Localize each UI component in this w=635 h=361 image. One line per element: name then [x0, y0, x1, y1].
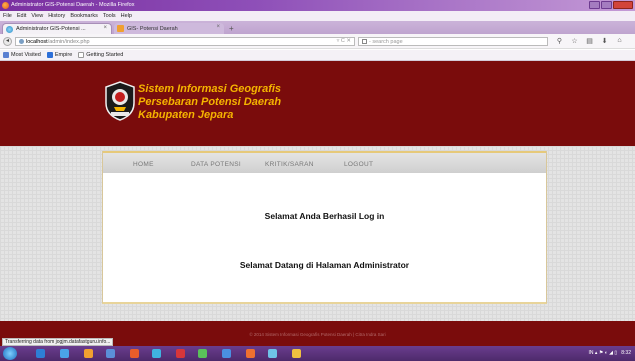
- bookmark-most-visited[interactable]: Most Visited: [3, 52, 41, 58]
- window-controls: [588, 1, 633, 9]
- content-panel: HOME DATA POTENSI KRITIK/SARAN LOGOUT Se…: [102, 151, 547, 304]
- bookmark-star-icon[interactable]: ☆: [567, 37, 582, 45]
- site-title: Sistem Informasi Geografis Persebaran Po…: [138, 83, 281, 122]
- bookmarks-toolbar: Most Visited Empire Getting Started: [0, 50, 635, 61]
- back-button[interactable]: ◂: [3, 37, 12, 46]
- globe-icon: [6, 26, 13, 33]
- close-tab-icon[interactable]: ×: [216, 24, 220, 30]
- menu-bookmarks[interactable]: Bookmarks: [70, 13, 98, 19]
- url-controls[interactable]: ▿ C ✕: [337, 38, 351, 44]
- nav-home-link[interactable]: HOME: [133, 161, 154, 168]
- site-header: Sistem Informasi Geografis Persebaran Po…: [0, 61, 635, 146]
- menu-bar: File Edit View History Bookmarks Tools H…: [0, 11, 635, 21]
- bookmark-label: Most Visited: [11, 52, 41, 58]
- close-window-button[interactable]: [613, 1, 633, 9]
- bookmark-getting-started[interactable]: Getting Started: [78, 52, 123, 58]
- app-icon[interactable]: [222, 349, 231, 358]
- address-bar[interactable]: localhost /admin/index.php ▿ C ✕: [15, 37, 355, 46]
- tab-gis[interactable]: GIS- Potensi Daerah ×: [114, 23, 224, 34]
- home-icon[interactable]: ⌂: [612, 37, 627, 45]
- app-icon[interactable]: [246, 349, 255, 358]
- bookmark-empire[interactable]: Empire: [46, 52, 73, 58]
- new-tab-button[interactable]: +: [229, 24, 234, 33]
- app-icon[interactable]: [292, 349, 301, 358]
- app-icon[interactable]: [268, 349, 277, 358]
- tab-bar: Administrator GIS-Potensi ... × GIS- Pot…: [0, 21, 635, 34]
- login-success-message: Selamat Anda Berhasil Log in: [264, 211, 385, 221]
- folder-icon[interactable]: [84, 349, 93, 358]
- empire-icon: [46, 52, 53, 58]
- search-engine-icon[interactable]: [362, 39, 367, 44]
- tab-admin-label: Administrator GIS-Potensi ...: [16, 26, 86, 32]
- taskbar: IN ▴ ⚑ ◐ ◢ ▯ 8:32: [0, 346, 635, 361]
- menu-help[interactable]: Help: [121, 13, 132, 19]
- tab-admin[interactable]: Administrator GIS-Potensi ... ×: [2, 23, 112, 34]
- welcome-message: Selamat Datang di Halaman Administrator: [239, 260, 410, 270]
- bookmark-label: Getting Started: [86, 52, 124, 58]
- bookmark-folder-icon: [3, 52, 9, 58]
- url-path: /admin/index.php: [47, 38, 90, 45]
- clock: 8:32: [621, 350, 631, 356]
- reading-list-icon[interactable]: ▤: [582, 37, 597, 45]
- site-nav-menu: HOME DATA POTENSI KRITIK/SARAN LOGOUT: [103, 151, 546, 173]
- window-title: Administrator GIS-Potensi Daerah - Mozil…: [11, 2, 135, 8]
- tray-indicators: IN ▴ ⚑ ◐ ◢ ▯: [588, 350, 618, 356]
- file-explorer-icon[interactable]: [60, 349, 69, 358]
- site-favicon-icon: [117, 25, 124, 32]
- ie-icon[interactable]: [36, 349, 45, 358]
- app-icon[interactable]: [176, 349, 185, 358]
- firefox-taskbar-icon[interactable]: [130, 349, 139, 358]
- site-title-line-1: Sistem Informasi Geografis: [138, 83, 282, 95]
- menu-view[interactable]: View: [31, 13, 43, 19]
- search-placeholder: - search page: [369, 38, 403, 45]
- site-title-line-3: Kabupaten Jepara: [138, 109, 234, 121]
- app-icon[interactable]: [106, 349, 115, 358]
- page-icon: [78, 52, 85, 58]
- menu-history[interactable]: History: [48, 13, 65, 19]
- search-bar[interactable]: - search page: [358, 37, 548, 46]
- web-page: Sistem Informasi Geografis Persebaran Po…: [0, 61, 635, 346]
- nav-data-potensi-link[interactable]: DATA POTENSI: [191, 161, 241, 168]
- app-icon[interactable]: [152, 349, 161, 358]
- window-title-bar: Administrator GIS-Potensi Daerah - Mozil…: [0, 0, 635, 11]
- footer-copyright: © 2014 Sistem Informasi Geografis Potens…: [249, 332, 386, 337]
- site-title-line-2: Persebaran Potensi Daerah: [138, 96, 282, 108]
- app-icon[interactable]: [198, 349, 207, 358]
- close-tab-icon[interactable]: ×: [103, 25, 107, 31]
- toolbar-icons: ⚲ ☆ ▤ ⬇ ⌂: [552, 37, 627, 45]
- status-bar: Transferring data from jogjm.datafastgur…: [2, 338, 114, 346]
- menu-edit[interactable]: Edit: [17, 13, 26, 19]
- download-icon[interactable]: ⬇: [597, 37, 612, 45]
- nav-kritik-saran-link[interactable]: KRITIK/SARAN: [265, 161, 314, 168]
- minimize-button[interactable]: [589, 1, 600, 9]
- start-button[interactable]: [3, 347, 17, 360]
- menu-file[interactable]: File: [3, 13, 12, 19]
- menu-tools[interactable]: Tools: [103, 13, 116, 19]
- site-identity-icon[interactable]: [19, 39, 24, 44]
- maximize-button[interactable]: [601, 1, 612, 9]
- url-host: localhost: [26, 38, 48, 45]
- search-icon[interactable]: ⚲: [552, 37, 567, 45]
- navigation-bar: ◂ localhost /admin/index.php ▿ C ✕ - sea…: [0, 34, 635, 49]
- system-tray[interactable]: IN ▴ ⚑ ◐ ◢ ▯ 8:32: [589, 350, 631, 356]
- tab-gis-label: GIS- Potensi Daerah: [127, 25, 178, 32]
- bookmark-label: Empire: [54, 52, 73, 58]
- jepara-emblem-logo: [105, 81, 135, 121]
- firefox-icon: [2, 2, 9, 9]
- nav-logout-link[interactable]: LOGOUT: [344, 161, 373, 168]
